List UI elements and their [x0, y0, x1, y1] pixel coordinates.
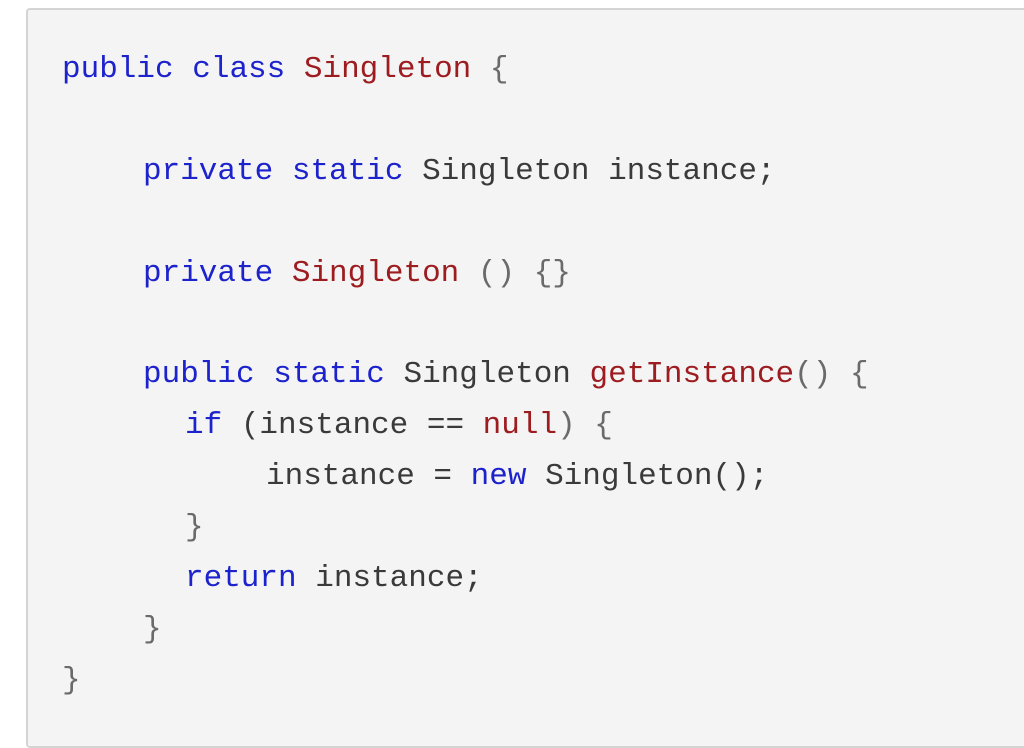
code-token: Singleton — [291, 256, 460, 291]
code-token: private — [143, 154, 274, 189]
code-token: static — [273, 357, 385, 392]
code-line-method-close-brace: } — [143, 610, 162, 650]
code-block: public class Singleton { private static … — [26, 8, 1024, 748]
code-token: public — [143, 357, 255, 392]
code-token: instance; — [315, 561, 483, 596]
code-token: private — [143, 256, 274, 291]
code-token: Singleton — [403, 357, 571, 392]
code-token: static — [291, 154, 404, 189]
code-token: getInstance — [589, 357, 795, 392]
code-line-if-close-brace: } — [185, 508, 204, 548]
code-line-instance-assignment: instance = new Singleton(); — [266, 457, 768, 497]
code-token: instance = — [266, 459, 471, 494]
code-line-private-constructor: private Singleton () {} — [143, 254, 571, 294]
code-line-instance-field: private static Singleton instance; — [143, 152, 776, 192]
code-line-return-statement: return instance; — [185, 559, 483, 599]
code-token: } — [62, 663, 81, 698]
code-token: { — [489, 52, 509, 87]
code-token: public — [62, 52, 174, 87]
code-token: Singleton(); — [545, 459, 769, 494]
code-token: return — [185, 561, 297, 596]
code-token: } — [185, 510, 204, 545]
code-token: () {} — [477, 256, 571, 291]
code-token: class — [192, 52, 286, 87]
code-line-if-null-check: if (instance == null) { — [185, 406, 613, 446]
code-token: } — [143, 612, 162, 647]
code-token: () { — [794, 357, 869, 392]
code-token: new — [470, 459, 527, 494]
code-token: if — [185, 408, 223, 443]
code-token: Singleton instance; — [422, 154, 776, 189]
code-token: ) { — [557, 408, 613, 443]
code-token: Singleton — [303, 52, 472, 87]
code-line-get-instance-method: public static Singleton getInstance() { — [143, 355, 869, 395]
code-line-class-close-brace: } — [62, 661, 81, 701]
code-token: (instance == — [222, 408, 483, 443]
code-line-class-declaration: public class Singleton { — [62, 50, 509, 90]
code-token: null — [482, 408, 558, 443]
